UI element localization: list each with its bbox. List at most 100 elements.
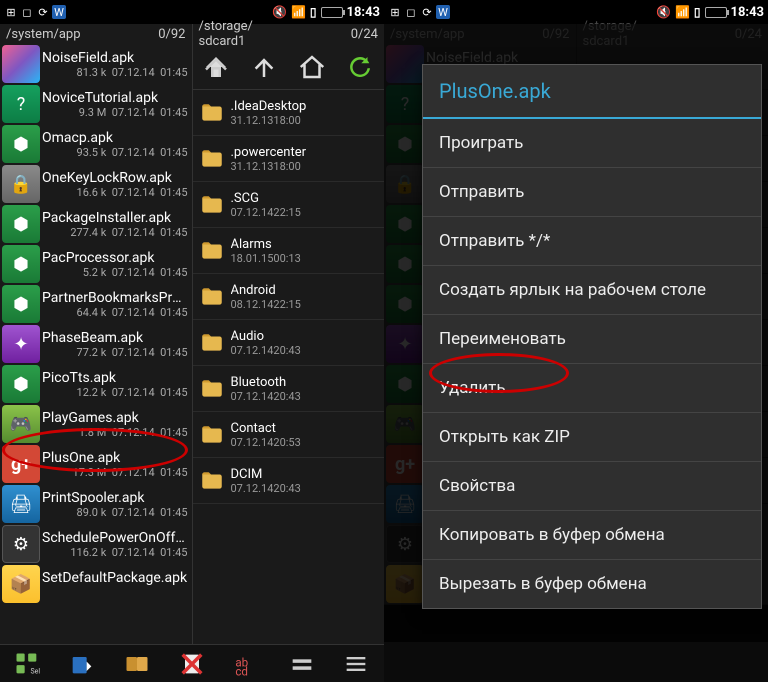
dir-row[interactable]: Bluetooth07.12.1420:43 [193,366,385,412]
notif-icon: ⊞ [4,5,18,19]
file-meta: 89.0 k 07.12.14 01:45 [42,506,188,519]
app-icon: g+ [2,445,40,483]
svg-text:Sel: Sel [31,667,41,675]
app-icon: ? [2,85,40,123]
file-meta: 64.4 k 07.12.14 01:45 [42,306,188,319]
notif-icon: ⟳ [36,5,50,19]
app-icon: ⬢ [2,245,40,283]
app-icon: 📦 [2,565,40,603]
dir-name: Bluetooth [231,375,385,390]
dir-meta: 07.12.1420:43 [231,344,385,357]
file-name: SetDefaultPackage.apk [42,570,188,586]
file-meta: 81.3 k 07.12.14 01:45 [42,66,188,79]
file-name: PicoTts.apk [42,370,188,386]
delete-icon[interactable] [178,650,206,678]
context-menu-item[interactable]: Переименовать [423,315,761,364]
app-icon: ⬢ [2,365,40,403]
file-meta: 77.2 k 07.12.14 01:45 [42,346,188,359]
app-icon: 🖨 [2,485,40,523]
context-menu-item[interactable]: Копировать в буфер обмена [423,511,761,560]
file-row[interactable]: 🎮PlayGames.apk1.8 M 07.12.14 01:45 [0,404,192,444]
dir-meta: 07.12.1420:43 [231,482,385,495]
text-icon[interactable]: abcd [233,650,261,678]
file-row[interactable]: 🖨PrintSpooler.apk89.0 k 07.12.14 01:45 [0,484,192,524]
dir-row[interactable]: Alarms18.01.1500:13 [193,228,385,274]
bottom-toolbar: Sel abcd [0,644,384,682]
equals-icon[interactable] [288,650,316,678]
file-row[interactable]: ⬢PackageInstaller.apk277.4 k 07.12.14 01… [0,204,192,244]
dir-row[interactable]: Contact07.12.1420:53 [193,412,385,458]
dir-row[interactable]: Audio07.12.1420:43 [193,320,385,366]
file-name: PlusOne.apk [42,450,188,466]
file-name: SchedulePowerOnOff.apk [42,530,188,546]
file-row[interactable]: NoiseField.apk81.3 k 07.12.14 01:45 [0,44,192,84]
file-name: PhaseBeam.apk [42,330,188,346]
file-name: PartnerBookmarksProvider.apk [42,290,188,306]
home-icon[interactable] [297,52,327,82]
context-menu-title: PlusOne.apk [423,65,761,119]
file-row[interactable]: 🔒OneKeyLockRow.apk16.6 k 07.12.14 01:45 [0,164,192,204]
dir-name: .powercenter [231,145,385,160]
context-menu-item[interactable]: Свойства [423,462,761,511]
file-name: PackageInstaller.apk [42,210,188,226]
file-row[interactable]: g+PlusOne.apk17.3 M 07.12.14 01:45 [0,444,192,484]
path-right[interactable]: /storage/sdcard1 0/24 [192,24,385,44]
file-row[interactable]: ⬢PicoTts.apk12.2 k 07.12.14 01:45 [0,364,192,404]
app-icon: ⬢ [2,205,40,243]
file-meta: 93.5 k 07.12.14 01:45 [42,146,188,159]
dir-meta: 07.12.1420:53 [231,436,385,449]
refresh-icon[interactable] [345,52,375,82]
folder-icon [197,100,227,126]
folder-icon [197,468,227,494]
file-meta: 16.6 k 07.12.14 01:45 [42,186,188,199]
dir-row[interactable]: Android08.12.1422:15 [193,274,385,320]
app-icon: ✦ [2,325,40,363]
context-menu-item[interactable]: Открыть как ZIP [423,413,761,462]
file-row[interactable]: ⬢PartnerBookmarksProvider.apk64.4 k 07.1… [0,284,192,324]
wifi-icon: 📶 [291,5,306,19]
file-row[interactable]: ✦PhaseBeam.apk77.2 k 07.12.14 01:45 [0,324,192,364]
context-menu-item[interactable]: Отправить [423,168,761,217]
select-icon[interactable]: Sel [13,650,41,678]
wifi-icon: 📶 [675,5,690,19]
file-meta: 116.2 k 07.12.14 01:45 [42,546,188,559]
notif-icon: ⟳ [420,5,434,19]
pane-apk-list: NoiseField.apk81.3 k 07.12.14 01:45?Novi… [0,44,192,644]
status-bar: ⊞ ◻ ⟳ W 🔇 📶 ▯ 18:43 [0,0,384,24]
file-row[interactable]: ?NoviceTutorial.apk9.3 M 07.12.14 01:45 [0,84,192,124]
path-count: 0/92 [158,27,185,42]
context-menu: PlusOne.apk ПроигратьОтправитьОтправить … [422,64,762,609]
context-menu-item[interactable]: Вырезать в буфер обмена [423,560,761,608]
svg-text:cd: cd [235,664,248,677]
path-count: 0/24 [351,27,378,42]
file-name: PlayGames.apk [42,410,188,426]
battery-icon [321,7,343,18]
file-row[interactable]: 📦SetDefaultPackage.apk [0,564,192,604]
dir-row[interactable]: .IdeaDesktop31.12.1318:00 [193,90,385,136]
dir-row[interactable]: DCIM07.12.1420:43 [193,458,385,504]
dir-row[interactable]: .powercenter31.12.1318:00 [193,136,385,182]
signal-icon: ▯ [310,5,317,19]
context-menu-item[interactable]: Отправить */* [423,217,761,266]
menu-icon[interactable] [342,650,370,678]
parent-dir-icon[interactable] [249,52,279,82]
dir-name: Contact [231,421,385,436]
pack-icon[interactable] [123,650,151,678]
file-meta: 5.2 k 07.12.14 01:45 [42,266,188,279]
file-name: PacProcessor.apk [42,250,188,266]
up-icon[interactable] [201,52,231,82]
file-row[interactable]: ⚙SchedulePowerOnOff.apk116.2 k 07.12.14 … [0,524,192,564]
context-menu-item[interactable]: Проиграть [423,119,761,168]
file-name: Omacp.apk [42,130,188,146]
context-menu-item[interactable]: Удалить [423,364,761,413]
dir-row[interactable]: .SCG07.12.1422:15 [193,182,385,228]
file-row[interactable]: ⬢PacProcessor.apk5.2 k 07.12.14 01:45 [0,244,192,284]
dir-meta: 31.12.1318:00 [231,160,385,173]
path-left[interactable]: /system/app 0/92 [0,24,192,44]
file-row[interactable]: ⬢Omacp.apk93.5 k 07.12.14 01:45 [0,124,192,164]
path-bar: /system/app 0/92 /storage/sdcard1 0/24 [0,24,384,44]
status-bar: ⊞ ◻ ⟳ W 🔇 📶 ▯ 18:43 [384,0,768,24]
copy-icon[interactable] [68,650,96,678]
folder-icon [197,376,227,402]
context-menu-item[interactable]: Создать ярлык на рабочем столе [423,266,761,315]
